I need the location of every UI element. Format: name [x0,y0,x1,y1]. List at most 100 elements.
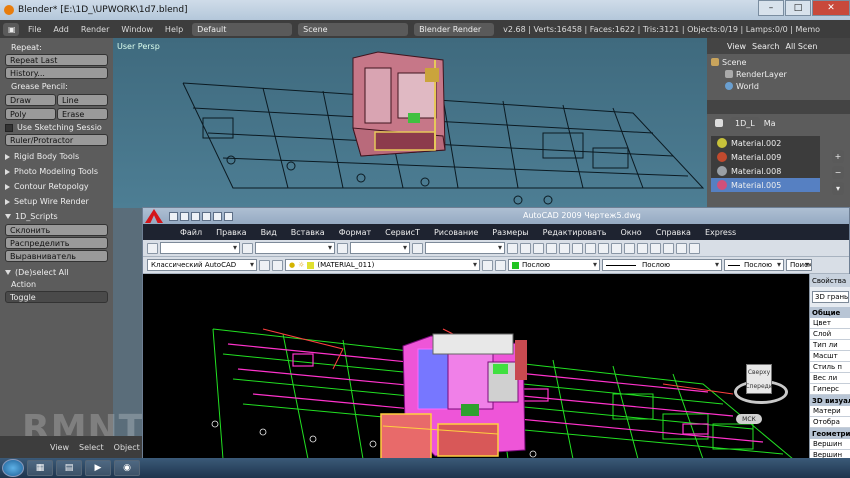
close-button[interactable]: ✕ [812,0,850,16]
start-button[interactable] [2,459,24,477]
sketching-session-checkbox[interactable]: Use Sketching Sessio [5,123,108,132]
print-icon[interactable] [202,211,211,221]
pin-icon[interactable] [715,119,723,127]
new-file-icon[interactable] [507,242,518,254]
zoom-window-icon[interactable] [650,242,661,254]
menu-express[interactable]: Express [698,228,743,237]
menu-edit-ru[interactable]: Правка [209,228,253,237]
paste-icon[interactable] [585,242,596,254]
dim-style-dropdown[interactable] [255,242,335,254]
vyravnivatel-button[interactable]: Выравниватель [5,250,108,262]
editor-type-icon[interactable]: ▣ [3,22,19,36]
taskbar-chrome-icon[interactable]: ◉ [114,460,140,476]
undo-icon[interactable] [213,211,222,221]
outliner-scene[interactable]: Scene [711,56,846,68]
linetype-dropdown[interactable]: Послою [602,259,722,271]
pan-icon[interactable] [624,242,635,254]
mleader-style-icon[interactable] [412,242,423,254]
material-slot[interactable]: Material.009 [711,150,820,164]
layer-manager-icon[interactable] [272,259,283,271]
make-current-layer-icon[interactable] [482,259,493,271]
menu-add[interactable]: Add [47,25,75,34]
material-slot[interactable]: Material.008 [711,164,820,178]
menu-dimension-ru[interactable]: Размеры [485,228,535,237]
table-style-icon[interactable] [337,242,348,254]
view-menu[interactable]: View [50,443,69,452]
property-row[interactable]: Отобра [810,417,850,428]
undo-arrow-icon[interactable] [611,242,622,254]
material-specials-button[interactable]: ▾ [832,182,844,195]
new-icon[interactable] [169,211,178,221]
property-row[interactable]: Вес ли [810,373,850,384]
save-file-icon[interactable] [533,242,544,254]
property-group-general[interactable]: Общие [810,307,850,318]
panel-contour-retopology[interactable]: Contour Retopolgy [5,182,108,191]
repeat-last-button[interactable]: Repeat Last [5,54,108,66]
remove-material-slot-button[interactable]: − [832,166,844,179]
menu-file-ru[interactable]: Файл [173,228,209,237]
lineweight-dropdown[interactable]: Послою [724,259,784,271]
properties-icon[interactable] [676,242,687,254]
menu-view-ru[interactable]: Вид [254,228,284,237]
ruler-protractor-button[interactable]: Ruler/Protractor [5,134,108,146]
minimize-button[interactable]: – [758,0,784,16]
property-row[interactable]: Матери [810,406,850,417]
open-icon[interactable] [180,211,189,221]
layout-selector[interactable]: Default [192,22,293,36]
outliner-view-menu[interactable]: View [727,42,746,51]
workspace-dropdown[interactable]: Классический AutoCAD [147,259,257,271]
cut-icon[interactable] [559,242,570,254]
menu-help-ru[interactable]: Справка [649,228,698,237]
taskbar-app-icon[interactable]: ▦ [27,460,53,476]
plotstyle-search-field[interactable]: Поиск [786,259,812,271]
menu-draw-ru[interactable]: Рисование [427,228,485,237]
properties-tabs[interactable] [707,100,850,114]
ucs-menu[interactable]: МСК [736,414,762,424]
menu-window[interactable]: Window [115,25,159,34]
copy-icon[interactable] [572,242,583,254]
property-row[interactable]: Цвет [810,318,850,329]
taskbar-folder-icon[interactable]: ▤ [56,460,82,476]
property-group-geometry[interactable]: Геометри [810,428,850,439]
save-icon[interactable] [191,211,200,221]
layer-dropdown[interactable]: ● ☼ (MATERIAL_011) [285,259,480,271]
menu-help[interactable]: Help [159,25,189,34]
property-row[interactable]: Масшт [810,351,850,362]
menu-insert-ru[interactable]: Вставка [284,228,332,237]
workspace-settings-icon[interactable] [259,259,270,271]
property-row[interactable]: Стиль п [810,362,850,373]
maximize-button[interactable]: □ [785,0,811,16]
action-dropdown[interactable]: Toggle [5,291,108,303]
autocad-drawing-area[interactable]: Сверху Спереди МСК [143,274,809,459]
outliner-world[interactable]: World [711,80,846,92]
match-properties-icon[interactable] [598,242,609,254]
view-cube[interactable]: Сверху Спереди [734,364,788,404]
panel-rigid-body-tools[interactable]: Rigid Body Tools [5,152,108,161]
print-file-icon[interactable] [546,242,557,254]
material-slot-selected[interactable]: Material.005 [711,178,820,192]
menu-tools-ru[interactable]: СервисТ [378,228,427,237]
sklonit-button[interactable]: Склонить [5,224,108,236]
property-row[interactable]: Слой [810,329,850,340]
table-style-dropdown[interactable] [350,242,410,254]
open-file-icon[interactable] [520,242,531,254]
property-row[interactable]: Тип ли [810,340,850,351]
render-engine-selector[interactable]: Blender Render [414,22,495,36]
property-group-3d-visualization[interactable]: 3D визуал [810,395,850,406]
autocad-logo-icon[interactable] [145,209,163,223]
view-cube-box[interactable]: Сверху Спереди [745,364,773,394]
menu-format-ru[interactable]: Формат [332,228,378,237]
panel-deselect-all[interactable]: (De)select All [5,268,108,277]
outliner-search-menu[interactable]: Search [752,42,779,51]
menu-modify-ru[interactable]: Редактировать [536,228,614,237]
property-row[interactable]: Вершин [810,439,850,450]
scene-selector[interactable]: Scene [298,22,409,36]
object-menu[interactable]: Object [114,443,140,452]
raspredelit-button[interactable]: Распределить [5,237,108,249]
menu-render[interactable]: Render [75,25,115,34]
object-name-field[interactable]: 1D_L [730,116,760,130]
mleader-style-dropdown[interactable] [425,242,505,254]
layer-previous-icon[interactable] [495,259,506,271]
text-style-dropdown[interactable] [160,242,240,254]
taskbar-media-icon[interactable]: ▶ [85,460,111,476]
